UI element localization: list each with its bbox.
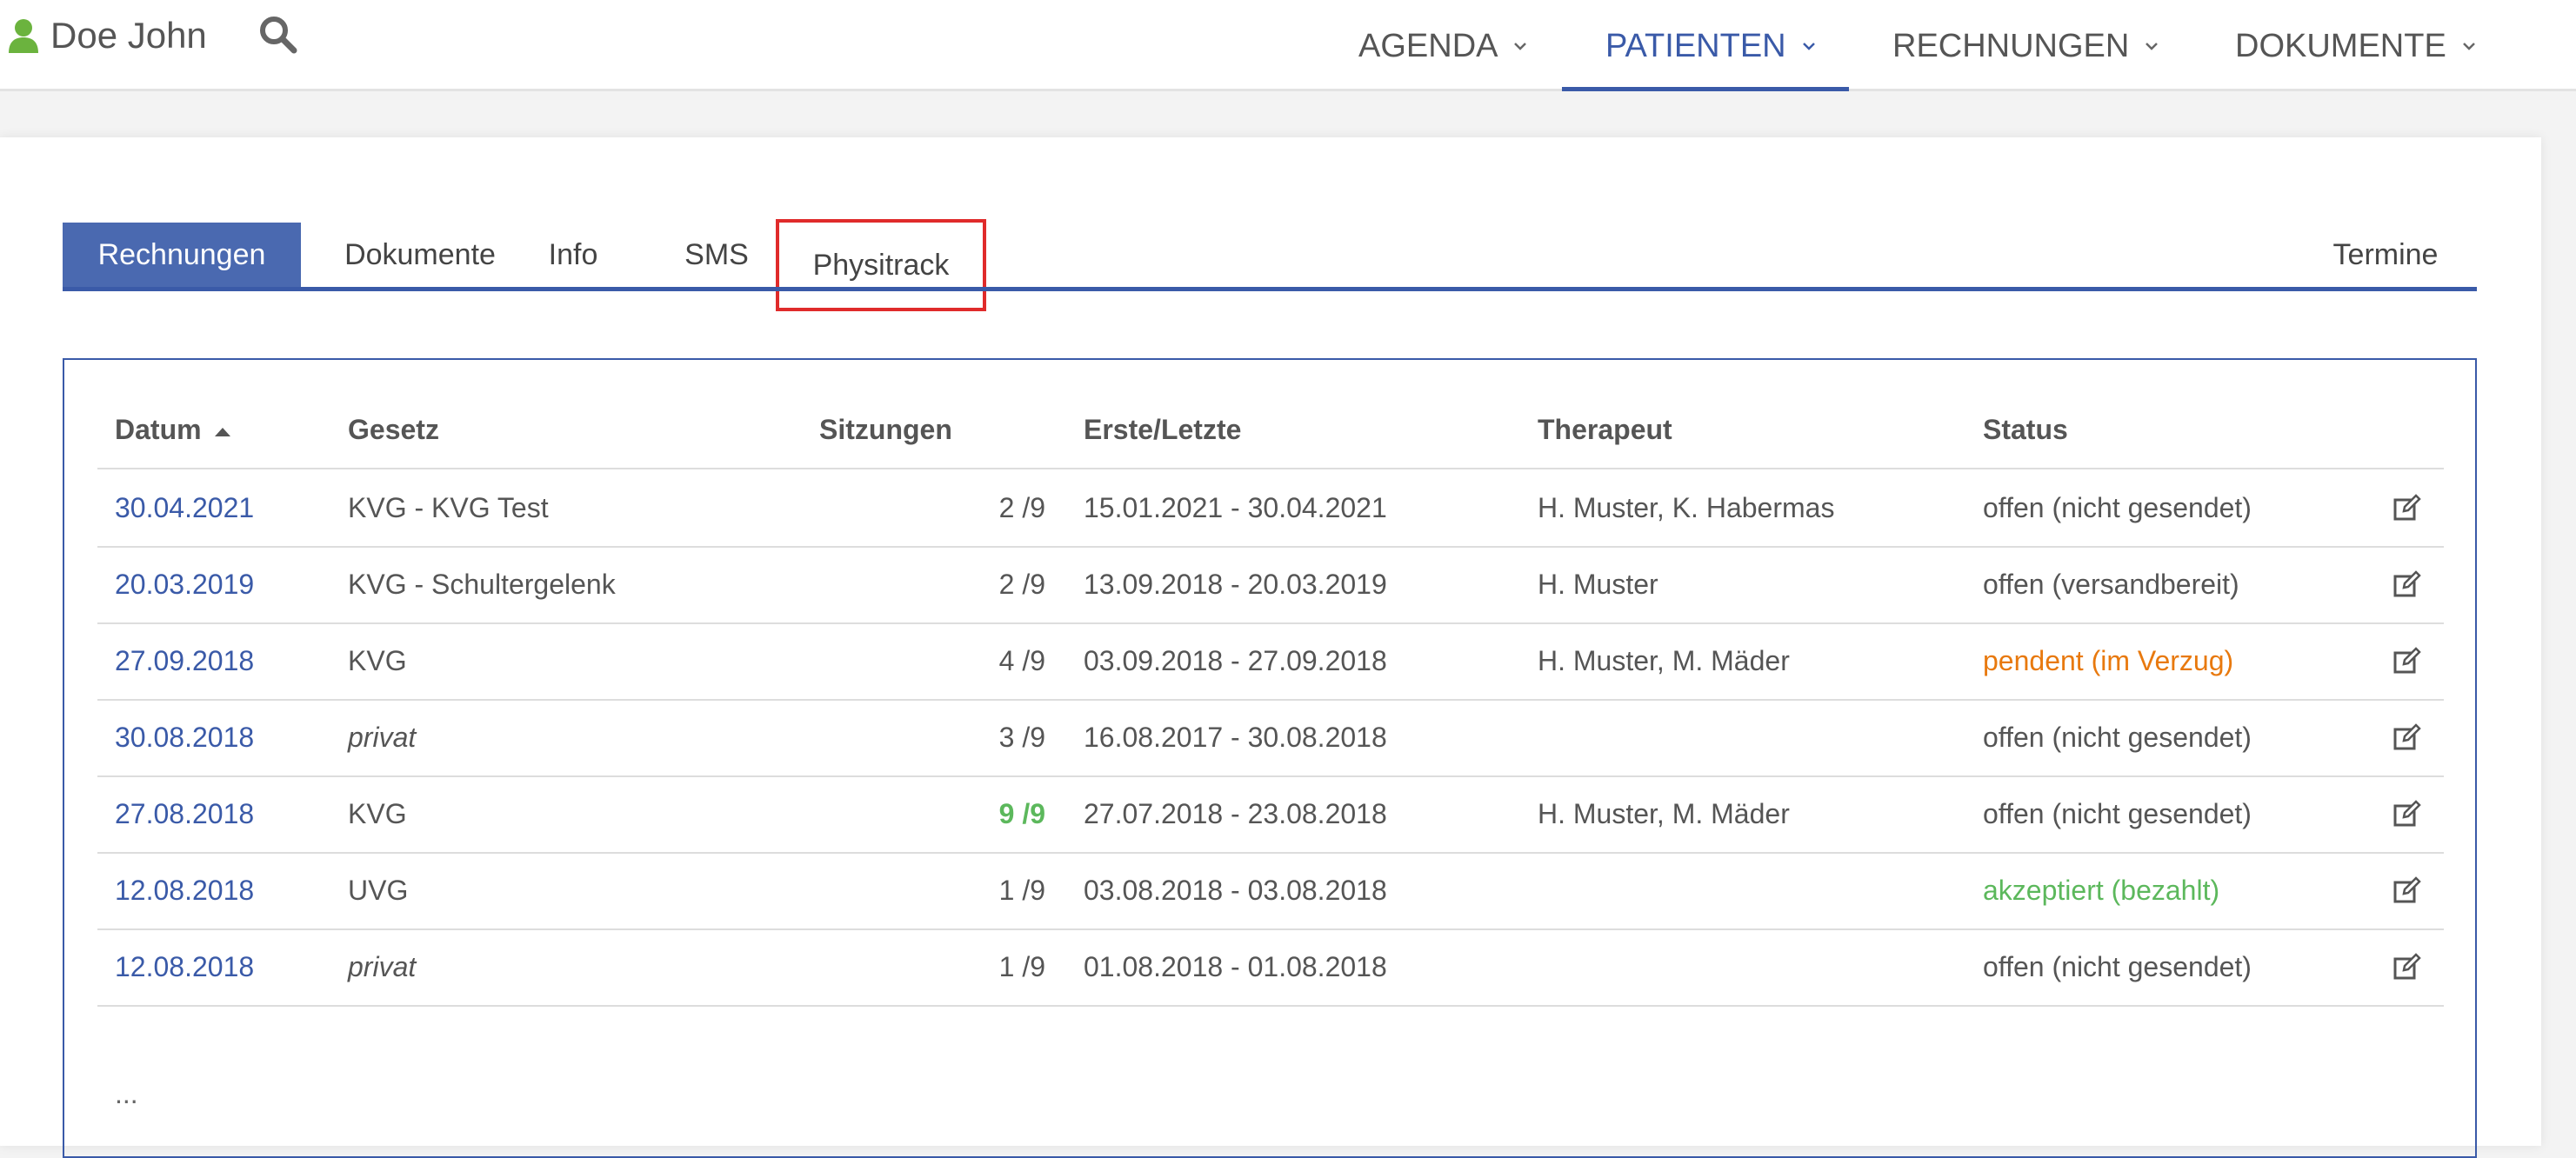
user-icon xyxy=(7,18,40,53)
column-header-sitzungen[interactable]: Sitzungen xyxy=(819,414,952,446)
cell-gesetz: KVG xyxy=(348,798,407,829)
cell-erste-letzte: 15.01.2021 - 30.04.2021 xyxy=(1084,492,1387,523)
cell-sitzungen: 4 /9 xyxy=(998,645,1045,676)
top-navigation-bar: Doe John AGENDA PATIENTEN RECHNUNGEN DOK… xyxy=(0,0,2576,91)
nav-patienten[interactable]: PATIENTEN xyxy=(1605,0,1816,89)
edit-icon[interactable] xyxy=(2390,775,2425,852)
table-row[interactable]: 30.08.2018 privat 3 /9 16.08.2017 - 30.0… xyxy=(97,699,2444,777)
nav-dokumente-label: DOKUMENTE xyxy=(2235,27,2446,64)
chevron-down-icon xyxy=(1513,41,1527,51)
cell-datum[interactable]: 20.03.2019 xyxy=(115,546,254,622)
nav-rechnungen-label: RECHNUNGEN xyxy=(1892,27,2130,64)
column-header-therapeut[interactable]: Therapeut xyxy=(1538,414,1672,446)
table-row[interactable]: 27.08.2018 KVG 9 /9 27.07.2018 - 23.08.2… xyxy=(97,775,2444,854)
search-icon xyxy=(257,14,297,54)
more-rows-indicator: ... xyxy=(115,1078,138,1109)
cell-status: offen (nicht gesendet) xyxy=(1983,798,2252,829)
cell-status: offen (nicht gesendet) xyxy=(1983,722,2252,753)
cell-therapeut: H. Muster xyxy=(1538,569,1658,600)
patient-card: Rechnungen Dokumente Info SMS Physitrack… xyxy=(0,137,2541,1158)
tab-rechnungen[interactable]: Rechnungen xyxy=(63,223,301,287)
tab-dokumente[interactable]: Dokumente xyxy=(322,223,518,287)
edit-icon[interactable] xyxy=(2390,699,2425,775)
cell-status: offen (nicht gesendet) xyxy=(1983,951,2252,982)
tab-sms[interactable]: SMS xyxy=(671,223,762,287)
cell-datum[interactable]: 12.08.2018 xyxy=(115,928,254,1005)
cell-sitzungen: 1 /9 xyxy=(998,951,1045,982)
edit-icon[interactable] xyxy=(2390,546,2425,622)
cell-sitzungen: 2 /9 xyxy=(998,569,1045,600)
chevron-down-icon xyxy=(2462,41,2476,51)
cell-gesetz: privat xyxy=(348,722,417,753)
search-button[interactable] xyxy=(257,14,297,57)
tab-physitrack[interactable]: Physitrack xyxy=(776,219,986,311)
sort-ascending-icon xyxy=(214,427,231,437)
cell-gesetz: UVG xyxy=(348,875,409,906)
chevron-down-icon xyxy=(1802,41,1816,51)
tab-termine[interactable]: Termine xyxy=(2322,223,2449,287)
edit-icon[interactable] xyxy=(2390,928,2425,1005)
cell-therapeut: H. Muster, K. Habermas xyxy=(1538,492,1835,523)
cell-status: offen (nicht gesendet) xyxy=(1983,492,2252,523)
column-header-label: Datum xyxy=(115,414,202,445)
cell-gesetz: KVG - KVG Test xyxy=(348,492,549,523)
user-menu[interactable]: Doe John xyxy=(7,5,207,66)
cell-datum[interactable]: 30.08.2018 xyxy=(115,699,254,775)
user-name: Doe John xyxy=(50,15,207,56)
active-nav-indicator xyxy=(1562,87,1849,91)
nav-patienten-label: PATIENTEN xyxy=(1605,27,1786,64)
table-row[interactable]: 12.08.2018 UVG 1 /9 03.08.2018 - 03.08.2… xyxy=(97,852,2444,930)
column-header-gesetz[interactable]: Gesetz xyxy=(348,414,439,446)
invoices-table: Datum Gesetz Sitzungen Erste/Letzte Ther… xyxy=(63,358,2477,1158)
cell-status: offen (versandbereit) xyxy=(1983,569,2239,600)
cell-erste-letzte: 27.07.2018 - 23.08.2018 xyxy=(1084,798,1387,829)
table-row[interactable]: 12.08.2018 privat 1 /9 01.08.2018 - 01.0… xyxy=(97,928,2444,1007)
cell-erste-letzte: 03.08.2018 - 03.08.2018 xyxy=(1084,875,1387,906)
cell-gesetz: KVG xyxy=(348,645,407,676)
column-header-datum[interactable]: Datum xyxy=(115,414,231,446)
cell-sitzungen: 3 /9 xyxy=(998,722,1045,753)
table-header: Datum Gesetz Sitzungen Erste/Letzte Ther… xyxy=(97,360,2444,471)
edit-icon[interactable] xyxy=(2390,469,2425,546)
cell-therapeut: H. Muster, M. Mäder xyxy=(1538,645,1790,676)
cell-erste-letzte: 03.09.2018 - 27.09.2018 xyxy=(1084,645,1387,676)
cell-datum[interactable]: 30.04.2021 xyxy=(115,469,254,546)
cell-status: akzeptiert (bezahlt) xyxy=(1983,875,2220,906)
cell-status: pendent (im Verzug) xyxy=(1983,645,2234,676)
cell-erste-letzte: 13.09.2018 - 20.03.2019 xyxy=(1084,569,1387,600)
edit-icon[interactable] xyxy=(2390,622,2425,699)
chevron-down-icon xyxy=(2145,41,2159,51)
cell-sitzungen: 1 /9 xyxy=(998,875,1045,906)
nav-agenda-label: AGENDA xyxy=(1358,27,1498,64)
cell-datum[interactable]: 12.08.2018 xyxy=(115,852,254,928)
cell-sitzungen: 9 /9 xyxy=(998,798,1045,829)
tab-info[interactable]: Info xyxy=(536,223,611,287)
cell-erste-letzte: 16.08.2017 - 30.08.2018 xyxy=(1084,722,1387,753)
cell-erste-letzte: 01.08.2018 - 01.08.2018 xyxy=(1084,951,1387,982)
edit-icon[interactable] xyxy=(2390,852,2425,928)
table-row[interactable]: 20.03.2019 KVG - Schultergelenk 2 /9 13.… xyxy=(97,546,2444,624)
column-header-status[interactable]: Status xyxy=(1983,414,2068,446)
column-header-erste-letzte[interactable]: Erste/Letzte xyxy=(1084,414,1241,446)
nav-agenda[interactable]: AGENDA xyxy=(1358,0,1527,89)
cell-sitzungen: 2 /9 xyxy=(998,492,1045,523)
cell-therapeut: H. Muster, M. Mäder xyxy=(1538,798,1790,829)
cell-gesetz: privat xyxy=(348,951,417,982)
table-row[interactable]: 30.04.2021 KVG - KVG Test 2 /9 15.01.202… xyxy=(97,469,2444,548)
cell-gesetz: KVG - Schultergelenk xyxy=(348,569,616,600)
cell-datum[interactable]: 27.08.2018 xyxy=(115,775,254,852)
nav-dokumente[interactable]: DOKUMENTE xyxy=(2235,0,2476,89)
patient-tabs: Rechnungen Dokumente Info SMS Physitrack… xyxy=(63,219,2477,311)
cell-datum[interactable]: 27.09.2018 xyxy=(115,622,254,699)
table-row[interactable]: 27.09.2018 KVG 4 /9 03.09.2018 - 27.09.2… xyxy=(97,622,2444,701)
tabs-underline xyxy=(63,287,2477,291)
nav-rechnungen[interactable]: RECHNUNGEN xyxy=(1892,0,2159,89)
